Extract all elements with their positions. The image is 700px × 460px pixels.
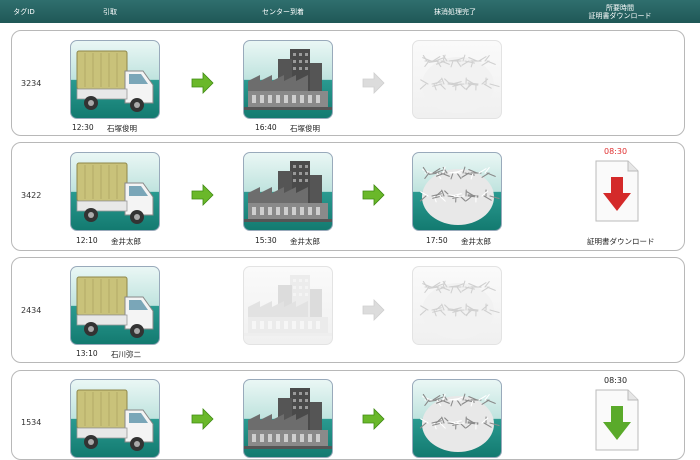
right-arrow-icon [361, 183, 385, 207]
pickup-time: 13:10 [76, 349, 98, 358]
right-arrow-icon [190, 183, 214, 207]
pickup-time: 12:30 [72, 123, 94, 132]
duration-time: 08:30 [604, 376, 627, 385]
table-row[interactable]: 1534 08:30 [11, 370, 685, 460]
factory-icon [243, 379, 333, 458]
pickup-name: 石塚俊明 [107, 123, 137, 134]
table-header: タグID 引取 センター到着 抹消処理完了 所要時間 証明書ダウンロード [0, 0, 700, 23]
shredded-paper-icon [412, 40, 502, 119]
table-row[interactable]: 3422 12:10 金井太郎 15:30 金井太郎 17:50 金井太郎 08… [11, 142, 685, 251]
header-duration: 所要時間 証明書ダウンロード [570, 0, 670, 23]
factory-icon [243, 152, 333, 231]
erasure-name: 金井太郎 [461, 236, 491, 247]
truck-icon [70, 266, 160, 345]
shredded-paper-icon [412, 152, 502, 231]
arrival-time: 16:40 [255, 123, 277, 132]
truck-icon [70, 379, 160, 458]
right-arrow-icon [190, 407, 214, 431]
truck-icon [70, 40, 160, 119]
header-duration-line1: 所要時間 [606, 4, 634, 12]
shredded-paper-icon [412, 379, 502, 458]
pdf-download-icon[interactable] [590, 159, 642, 225]
shredded-paper-icon [412, 266, 502, 345]
erasure-time: 17:50 [426, 236, 448, 245]
table-row[interactable]: 2434 13:10 石川弥二 [11, 257, 685, 363]
header-center-arrival: センター到着 [233, 0, 333, 23]
header-erasure-done: 抹消処理完了 [405, 0, 505, 23]
duration-time: 08:30 [604, 147, 627, 156]
tag-id: 3422 [21, 191, 41, 200]
tag-id: 1534 [21, 418, 41, 427]
arrival-name: 金井太郎 [290, 236, 320, 247]
header-pickup: 引取 [60, 0, 160, 23]
pdf-download-icon[interactable] [590, 388, 642, 454]
table-row[interactable]: 3234 12:30 石塚俊明 16:40 石塚俊明 [11, 30, 685, 136]
right-arrow-icon [361, 407, 385, 431]
pickup-name: 石川弥二 [111, 349, 141, 360]
right-arrow-icon [190, 71, 214, 95]
factory-icon [243, 40, 333, 119]
header-duration-line2: 証明書ダウンロード [589, 12, 652, 20]
certificate-download-link[interactable]: 証明書ダウンロード [587, 236, 655, 247]
right-arrow-icon [361, 71, 385, 95]
truck-icon [70, 152, 160, 231]
tag-id: 3234 [21, 79, 41, 88]
header-tag-id: タグID [0, 0, 48, 23]
arrival-time: 15:30 [255, 236, 277, 245]
right-arrow-icon [361, 298, 385, 322]
pickup-name: 金井太郎 [111, 236, 141, 247]
arrival-name: 石塚俊明 [290, 123, 320, 134]
tag-id: 2434 [21, 306, 41, 315]
pickup-time: 12:10 [76, 236, 98, 245]
factory-icon [243, 266, 333, 345]
